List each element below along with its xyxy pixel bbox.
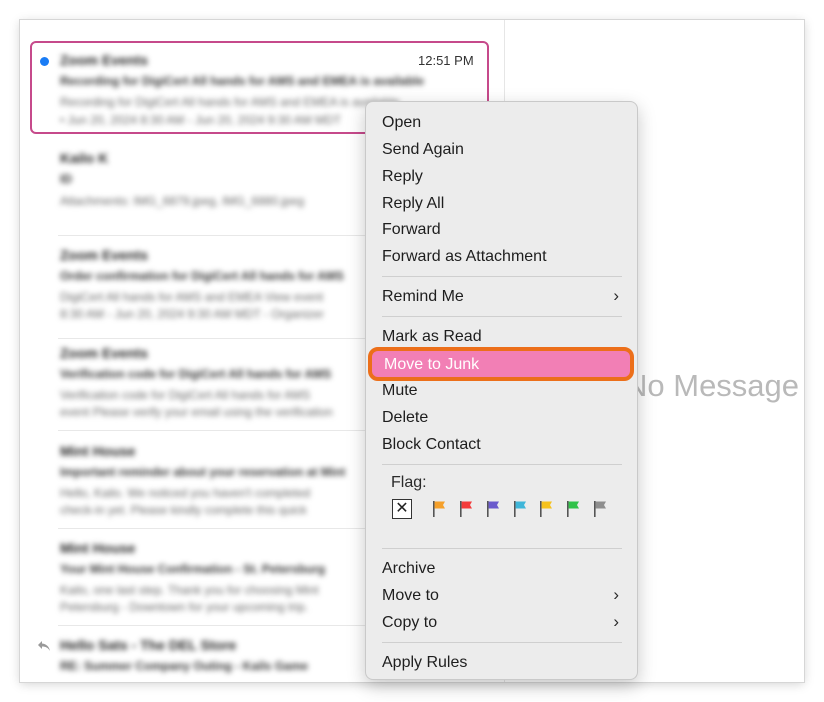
menu-item-remind-me[interactable]: Remind Me [382,288,464,306]
menu-item-block-contact[interactable]: Block Contact [382,436,481,454]
menu-item-open[interactable]: Open [382,114,421,132]
flag-none-button[interactable]: ✕ [392,499,412,519]
menu-item-apply-rules[interactable]: Apply Rules [382,654,467,672]
message-sender: Zoom Events [60,52,148,68]
flag-yellow-icon[interactable] [539,500,553,518]
chevron-right-icon: › [613,585,619,604]
message-subject: Important reminder about your reservatio… [60,465,346,479]
flag-purple-icon[interactable] [486,500,500,518]
menu-item-move-to[interactable]: Move to [382,587,439,605]
message-sender: Hello Sats - The DEL Store [60,637,237,653]
message-preview: 8:30 AM - Jun 20, 2024 9:30 AM MDT - Org… [60,307,324,321]
menu-separator [382,276,622,277]
message-subject: Recording for DigiCert All hands for AMS… [60,74,425,88]
flag-red-icon[interactable] [459,500,473,518]
unread-indicator [40,57,49,66]
flag-label: Flag: [391,474,427,491]
menu-item-mark-as-read[interactable]: Mark as Read [382,328,482,346]
chevron-right-icon: › [613,612,619,631]
message-preview: Attachments: IMG_6879.jpeg, IMG_6880.jpe… [60,194,305,208]
menu-item-move-to-junk[interactable]: Move to Junk [368,347,634,381]
menu-item-copy-to[interactable]: Copy to [382,614,437,632]
message-preview: event Please verify your email using the… [60,405,333,419]
flag-teal-icon[interactable] [513,500,527,518]
flag-gray-icon[interactable] [593,500,607,518]
menu-separator [382,642,622,643]
menu-item-forward[interactable]: Forward [382,221,441,239]
menu-item-send-again[interactable]: Send Again [382,141,464,159]
menu-separator [382,464,622,465]
message-sender: Kailo K [60,150,109,166]
message-time: 12:51 PM [418,53,474,68]
menu-item-archive[interactable]: Archive [382,560,435,578]
message-preview: Verification code for DigiCert All hands… [60,388,311,402]
chevron-right-icon: › [613,286,619,305]
message-subject: Order confirmation for DigiCert All hand… [60,269,344,283]
message-preview: Hello, Kailo. We noticed you haven't com… [60,486,311,500]
menu-item-mute[interactable]: Mute [382,382,418,400]
message-subject: RE: Summer Company Outing - Kails Game [60,659,309,673]
message-sender: Zoom Events [60,247,148,263]
message-sender: Mint House [60,443,136,459]
menu-separator [382,316,622,317]
context-menu: Open Send Again Reply Reply All Forward … [365,101,638,680]
message-subject: Your Mint House Confirmation - St. Peter… [60,562,326,576]
message-sender: Zoom Events [60,345,148,361]
message-subject: Verification code for DigiCert All hands… [60,367,332,381]
flag-green-icon[interactable] [566,500,580,518]
message-preview: check-in yet. Please kindly complete thi… [60,503,307,517]
menu-item-forward-as-attachment[interactable]: Forward as Attachment [382,248,547,266]
message-subject: ID [60,172,72,186]
message-preview: Kailo, one last step. Thank you for choo… [60,583,319,597]
menu-item-reply-all[interactable]: Reply All [382,195,444,213]
message-preview: Petersburg - Downtown for your upcoming … [60,600,309,614]
menu-item-reply[interactable]: Reply [382,168,423,186]
flag-orange-icon[interactable] [432,500,446,518]
menu-separator [382,548,622,549]
message-sender: Mint House [60,540,136,556]
no-message-placeholder: No Message Selected [625,368,804,403]
message-preview: DigiCert All hands for AMS and EMEA View… [60,290,324,304]
menu-item-delete[interactable]: Delete [382,409,428,427]
menu-item-label: Move to Junk [384,356,480,373]
